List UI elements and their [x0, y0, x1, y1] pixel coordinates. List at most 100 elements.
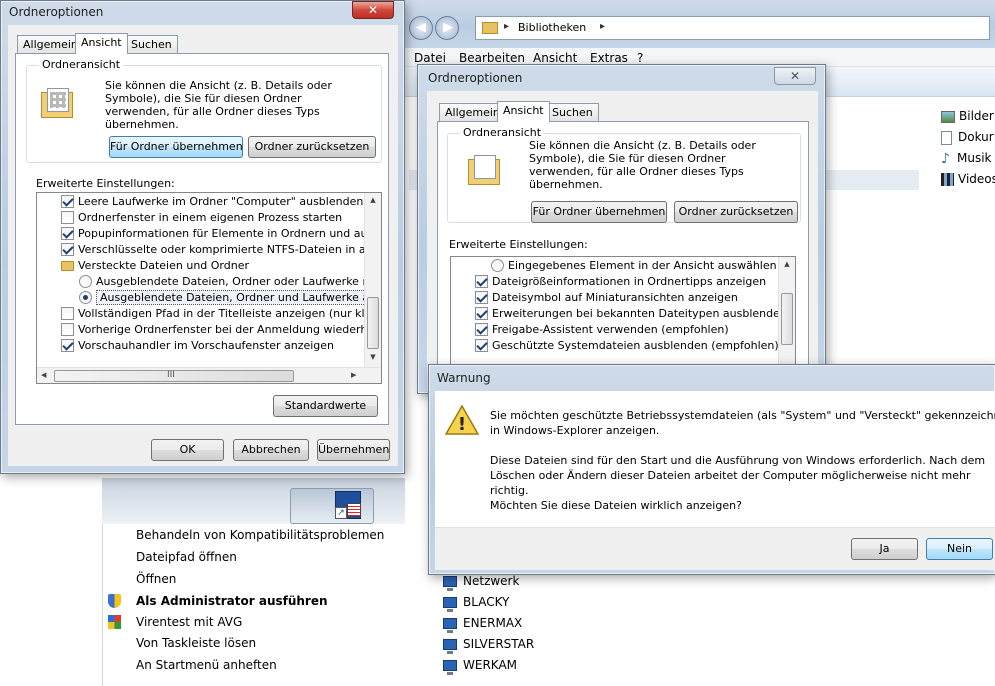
d2-item[interactable]: Erweiterungen bei bekannten Dateitypen a… [451, 306, 787, 322]
library-item-bilder[interactable]: Bilder [941, 106, 994, 126]
d1-item[interactable]: Vorschauhandler im Vorschaufenster anzei… [37, 338, 364, 354]
d2-item[interactable]: Dateigrößeinformationen in Ordnertipps a… [451, 274, 778, 290]
radio-selected[interactable] [79, 290, 92, 304]
radio[interactable] [491, 258, 504, 272]
apply-button[interactable]: Übernehmen [317, 439, 390, 461]
context-menu-item[interactable]: Behandeln von Kompatibilitätsproblemen [103, 524, 403, 546]
tab-ansicht-2[interactable]: Ansicht [497, 101, 550, 122]
svg-text:!: ! [458, 414, 466, 435]
menu-datei[interactable]: Datei [414, 51, 446, 65]
library-item-musik[interactable]: ♪ Musik [941, 148, 992, 168]
checkbox[interactable] [61, 322, 74, 336]
context-menu-item[interactable]: Virentest mit AVG [103, 611, 403, 633]
radio[interactable] [79, 274, 92, 288]
checkbox-checked[interactable] [475, 338, 488, 352]
address-box[interactable]: ▸ Bibliotheken ▸ [475, 16, 990, 40]
checkbox-checked[interactable] [61, 242, 74, 256]
checkbox-checked[interactable] [61, 338, 74, 352]
close-button[interactable]: ✕ [352, 1, 394, 19]
d1-item[interactable]: Ausgeblendete Dateien, Ordner oder Laufw… [37, 274, 381, 290]
library-item-dokumente[interactable]: Dokur [941, 127, 994, 147]
checkbox-checked[interactable] [475, 322, 488, 336]
taskbar-app-button[interactable]: ↗ [290, 488, 374, 524]
scroll-right-icon[interactable]: ▶ [351, 371, 356, 379]
reset-folders-button[interactable]: Ordner zurücksetzen [248, 136, 376, 158]
folder-view-description-2: Sie können die Ansicht (z. B. Details od… [529, 139, 756, 191]
library-item-videos[interactable]: Videos [941, 169, 995, 189]
yes-button[interactable]: Ja [851, 538, 918, 560]
reset-folders-button-2[interactable]: Ordner zurücksetzen [674, 201, 798, 223]
scroll-left-icon[interactable]: ◀ [41, 371, 46, 379]
scroll-thumb[interactable] [367, 297, 379, 349]
menu-ansicht[interactable]: Ansicht [533, 51, 577, 65]
context-menu-label: Öffnen [136, 572, 177, 586]
checkbox-checked[interactable] [61, 226, 74, 240]
network-item-werkam[interactable]: WERKAM [443, 655, 517, 675]
checkbox-checked[interactable] [475, 290, 488, 304]
scroll-up-icon[interactable]: ▲ [779, 260, 795, 268]
vertical-scrollbar[interactable]: ▲ ▼ [364, 193, 381, 367]
d1-item-label: Popupinformationen für Elemente in Ordne… [78, 227, 382, 240]
d2-item[interactable]: Dateisymbol auf Miniaturansichten anzeig… [451, 290, 778, 306]
d1-item-label: Ausgeblendete Dateien, Ordner oder Laufw… [96, 275, 382, 288]
network-item-silverstar[interactable]: SILVERSTAR [443, 634, 534, 654]
checkbox-checked[interactable] [475, 306, 488, 320]
tab-suchen-2[interactable]: Suchen [546, 103, 599, 121]
d1-item-label: Verschlüsselte oder komprimierte NTFS-Da… [78, 243, 382, 256]
d2-item[interactable]: Freigabe-Assistent verwenden (empfohlen) [451, 322, 778, 338]
network-item-blacky[interactable]: BLACKY [443, 592, 509, 612]
close-button-2[interactable]: ✕ [774, 67, 816, 85]
apply-to-folders-button-2[interactable]: Für Ordner übernehmen [531, 201, 667, 223]
d1-item-label: Vorschauhandler im Vorschaufenster anzei… [78, 339, 335, 352]
scroll-down-icon[interactable]: ▼ [365, 353, 381, 361]
folder-view-label-2: Ordneransicht [460, 126, 545, 139]
defaults-button[interactable]: Standardwerte [273, 395, 378, 417]
context-menu-label: Virentest mit AVG [136, 615, 243, 629]
context-menu-item[interactable]: An Startmenü anheften [103, 654, 403, 676]
breadcrumb-chevron[interactable]: ▸ [600, 21, 605, 32]
d1-item[interactable]: Ordnerfenster in einem eigenen Prozess s… [37, 210, 364, 226]
context-menu-label: Dateipfad öffnen [136, 550, 237, 564]
apply-to-folders-button[interactable]: Für Ordner übernehmen [109, 136, 243, 158]
warning-dialog: Warnung ! Sie möchten geschützte Betrieb… [428, 364, 995, 575]
no-button[interactable]: Nein [926, 538, 993, 560]
d1-item[interactable]: Vorherige Ordnerfenster bei der Anmeldun… [37, 322, 381, 338]
d1-item: Versteckte Dateien und Ordner [37, 258, 364, 274]
menu-help[interactable]: ? [637, 51, 643, 65]
d1-item[interactable]: Leere Laufwerke im Ordner "Computer" aus… [37, 194, 364, 210]
network-item-enermax[interactable]: ENERMAX [443, 613, 522, 633]
checkbox[interactable] [61, 306, 74, 320]
menu-bearbeiten[interactable]: Bearbeiten [459, 51, 525, 65]
context-menu-item[interactable]: Dateipfad öffnen [103, 546, 403, 568]
library-folder-icon [482, 22, 498, 34]
checkbox[interactable] [61, 210, 74, 224]
d1-item[interactable]: Popupinformationen für Elemente in Ordne… [37, 226, 381, 242]
tab-allgemein-2[interactable]: Allgemein [439, 103, 506, 121]
d1-item[interactable]: Ausgeblendete Dateien, Ordner und Laufwe… [37, 290, 381, 306]
tab-suchen[interactable]: Suchen [125, 35, 178, 53]
cancel-button[interactable]: Abbrechen [233, 439, 309, 461]
forward-button[interactable]: ▶ [435, 16, 459, 40]
checkbox-checked[interactable] [61, 194, 74, 208]
context-menu-item[interactable]: Als Administrator ausführen [103, 590, 403, 612]
d1-item-label: Leere Laufwerke im Ordner "Computer" aus… [78, 195, 364, 208]
scroll-up-icon[interactable]: ▲ [365, 196, 381, 204]
menu-extras[interactable]: Extras [590, 51, 628, 65]
shortcut-arrow-icon: ↗ [335, 507, 347, 519]
horizontal-scrollbar[interactable]: ◀ III ▶ [37, 367, 381, 383]
context-menu-item[interactable]: Öffnen [103, 568, 403, 590]
context-menu-item[interactable]: Von Taskleiste lösen [103, 632, 403, 654]
breadcrumb-bibliotheken[interactable]: Bibliotheken [518, 21, 586, 34]
checkbox-checked[interactable] [475, 274, 488, 288]
tab-allgemein[interactable]: Allgemein [17, 35, 84, 53]
d1-item[interactable]: Verschlüsselte oder komprimierte NTFS-Da… [37, 242, 381, 258]
horizontal-thumb[interactable]: III [54, 370, 294, 382]
scroll-thumb-2[interactable] [781, 293, 793, 345]
d1-item[interactable]: Vollständigen Pfad in der Titelleiste an… [37, 306, 381, 322]
ok-button[interactable]: OK [151, 439, 224, 461]
context-menu: Behandeln von Kompatibilitätsproblemen Da… [102, 524, 405, 686]
d2-item[interactable]: Eingegebenes Element in der Ansicht ausw… [451, 258, 778, 274]
d2-item[interactable]: Geschützte Systemdateien ausblenden (emp… [451, 338, 779, 354]
tab-ansicht[interactable]: Ansicht [75, 33, 128, 54]
back-button[interactable]: ◀ [409, 16, 433, 40]
